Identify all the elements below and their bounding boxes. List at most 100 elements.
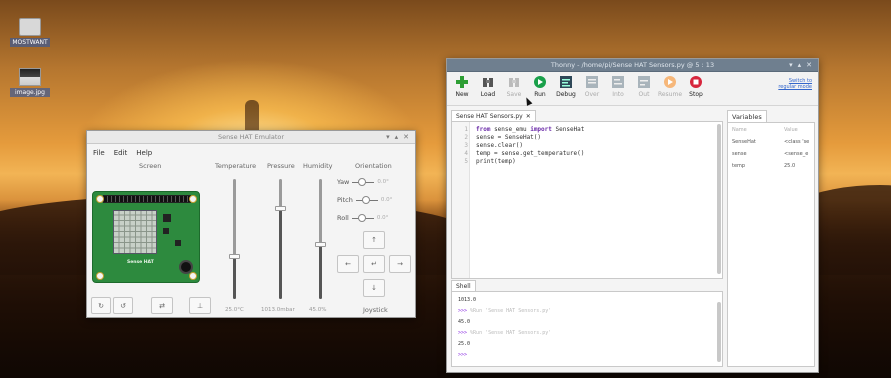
sense-hat-emulator-window: Sense HAT Emulator ▾ ▴ ✕ File Edit Help … [86, 130, 416, 318]
shell-output-line: 45.0 [458, 319, 470, 325]
editor-tab[interactable]: Sense HAT Sensors.py ✕ [451, 110, 536, 121]
board-label: Sense HAT [127, 260, 154, 265]
roll-dial[interactable] [351, 213, 374, 222]
roll-dial-knob[interactable] [357, 213, 366, 222]
rotate-left-button[interactable]: ↺ [113, 297, 133, 314]
pressure-slider-thumb[interactable] [275, 206, 286, 211]
switch-mode-link[interactable]: Switch to regular mode [778, 78, 812, 90]
code-text: print(temp) [476, 158, 516, 165]
shell-prompt: >>> [458, 308, 468, 314]
step-out-button[interactable]: Out [633, 75, 655, 98]
menu-edit[interactable]: Edit [114, 149, 128, 157]
close-icon[interactable]: ✕ [403, 133, 409, 141]
shell-prompt: >>> [458, 352, 468, 358]
temperature-slider-thumb[interactable] [229, 254, 240, 259]
menu-bar: File Edit Help [87, 144, 415, 159]
save-button[interactable]: Save [503, 75, 525, 98]
shell-command-line: >>> %Run 'Sense HAT Sensors.py' [458, 330, 551, 336]
step-into-button[interactable]: Into [607, 75, 629, 98]
close-tab-icon[interactable]: ✕ [526, 113, 531, 120]
shell-output-line: 1013.0 [458, 297, 476, 303]
resume-button[interactable]: Resume [657, 75, 683, 98]
pressure-slider-fill [279, 209, 282, 299]
maximize-icon[interactable]: ▴ [395, 133, 399, 141]
orientation-heading: Orientation [355, 162, 392, 170]
run-button[interactable]: Run [529, 75, 551, 98]
minimize-icon[interactable]: ▾ [386, 133, 390, 141]
load-label: Load [480, 91, 496, 98]
variable-row[interactable]: SenseHat <class 'se [732, 139, 809, 145]
shell-input-line[interactable]: >>> [458, 352, 467, 358]
code-text: sense_emu [490, 126, 531, 133]
shell-tab[interactable]: Shell [451, 280, 476, 291]
code-line: 3 sense.clear() [452, 142, 523, 149]
pitch-value: 0.0° [380, 197, 393, 203]
joystick-right-button[interactable]: → [389, 255, 411, 273]
flip-button[interactable]: ⇄ [151, 297, 173, 314]
resume-label: Resume [657, 91, 683, 98]
shell-scrollbar[interactable] [717, 302, 721, 362]
shell-text: %Run 'Sense HAT Sensors.py' [467, 330, 552, 336]
shell-text: 1013.0 [458, 297, 477, 303]
humidity-slider-fill [319, 245, 322, 299]
variable-value: <sense_e [784, 151, 809, 157]
orientation-yaw[interactable]: Yaw 0.0° [337, 177, 389, 186]
shell-text: 25.0 [458, 341, 471, 347]
window-titlebar[interactable]: Thonny - /home/pi/Sense HAT Sensors.py @… [447, 59, 818, 72]
window-controls: ▾ ▴ ✕ [789, 61, 812, 69]
code-text: sense = SenseHat() [476, 134, 542, 141]
desktop-icon-folder[interactable]: MOSTWANT [10, 18, 50, 47]
variables-tab[interactable]: Variables [727, 110, 767, 122]
load-button[interactable]: Load [477, 75, 499, 98]
temperature-heading: Temperature [215, 162, 257, 170]
orientation-roll[interactable]: Roll 0.0° [337, 213, 389, 222]
shell-panel[interactable]: 1013.0 >>> %Run 'Sense HAT Sensors.py' 4… [451, 291, 723, 367]
new-button[interactable]: New [451, 75, 473, 98]
humidity-slider-thumb[interactable] [315, 242, 326, 247]
window-titlebar[interactable]: Sense HAT Emulator ▾ ▴ ✕ [87, 131, 415, 144]
joystick-down-button[interactable]: ↓ [363, 279, 385, 297]
maximize-icon[interactable]: ▴ [798, 61, 802, 69]
menu-file[interactable]: File [93, 149, 105, 157]
temperature-slider[interactable] [229, 179, 240, 299]
pitch-dial-knob[interactable] [361, 195, 370, 204]
yaw-dial[interactable] [352, 177, 375, 186]
minimize-icon[interactable]: ▾ [789, 61, 793, 69]
yaw-dial-knob[interactable] [358, 177, 367, 186]
shell-text: %Run 'Sense HAT Sensors.py' [467, 308, 552, 314]
humidity-slider[interactable] [315, 179, 326, 299]
step-over-icon [585, 75, 599, 89]
editor-scrollbar[interactable] [717, 124, 721, 274]
debug-button[interactable]: Debug [555, 75, 577, 98]
code-editor[interactable]: 1 from sense_emu import SenseHat 2 sense =… [451, 121, 723, 279]
close-icon[interactable]: ✕ [806, 61, 812, 69]
mount-hole [189, 272, 197, 280]
joystick-label: Joystick [363, 306, 388, 314]
variable-row[interactable]: temp 25.0 [732, 163, 795, 169]
joystick-center-button[interactable]: ↵ [363, 255, 385, 273]
temperature-slider-fill [233, 257, 236, 299]
load-icon [481, 75, 495, 89]
rotate-right-button[interactable]: ↻ [91, 297, 111, 314]
step-over-button[interactable]: Over [581, 75, 603, 98]
joystick-left-button[interactable]: ← [337, 255, 359, 273]
variable-value: <class 'se [784, 139, 810, 145]
variable-row[interactable]: sense <sense_e [732, 151, 808, 157]
new-icon [455, 75, 469, 89]
pressure-slider[interactable] [275, 179, 286, 299]
toolbar: New Load Save Run Debug Over Into Out Re… [447, 72, 818, 106]
orientation-pitch[interactable]: Pitch 0.0° [337, 195, 393, 204]
stop-button[interactable]: Stop [685, 75, 707, 98]
orient-button[interactable]: ⊥ [189, 297, 211, 314]
joystick-up-button[interactable]: ↑ [363, 231, 385, 249]
pitch-dial[interactable] [355, 195, 378, 204]
desktop-icon-image[interactable]: image.jpg [10, 68, 50, 97]
switch-mode-line2: regular mode [778, 84, 812, 90]
code-line: 1 from sense_emu import SenseHat [452, 126, 584, 133]
desktop-icon-label: image.jpg [10, 88, 50, 97]
humidity-value: 45.0% [309, 307, 327, 313]
menu-help[interactable]: Help [136, 149, 152, 157]
mount-hole [96, 272, 104, 280]
code-text: sense.clear() [476, 142, 523, 149]
roll-value: 0.0° [376, 215, 389, 221]
